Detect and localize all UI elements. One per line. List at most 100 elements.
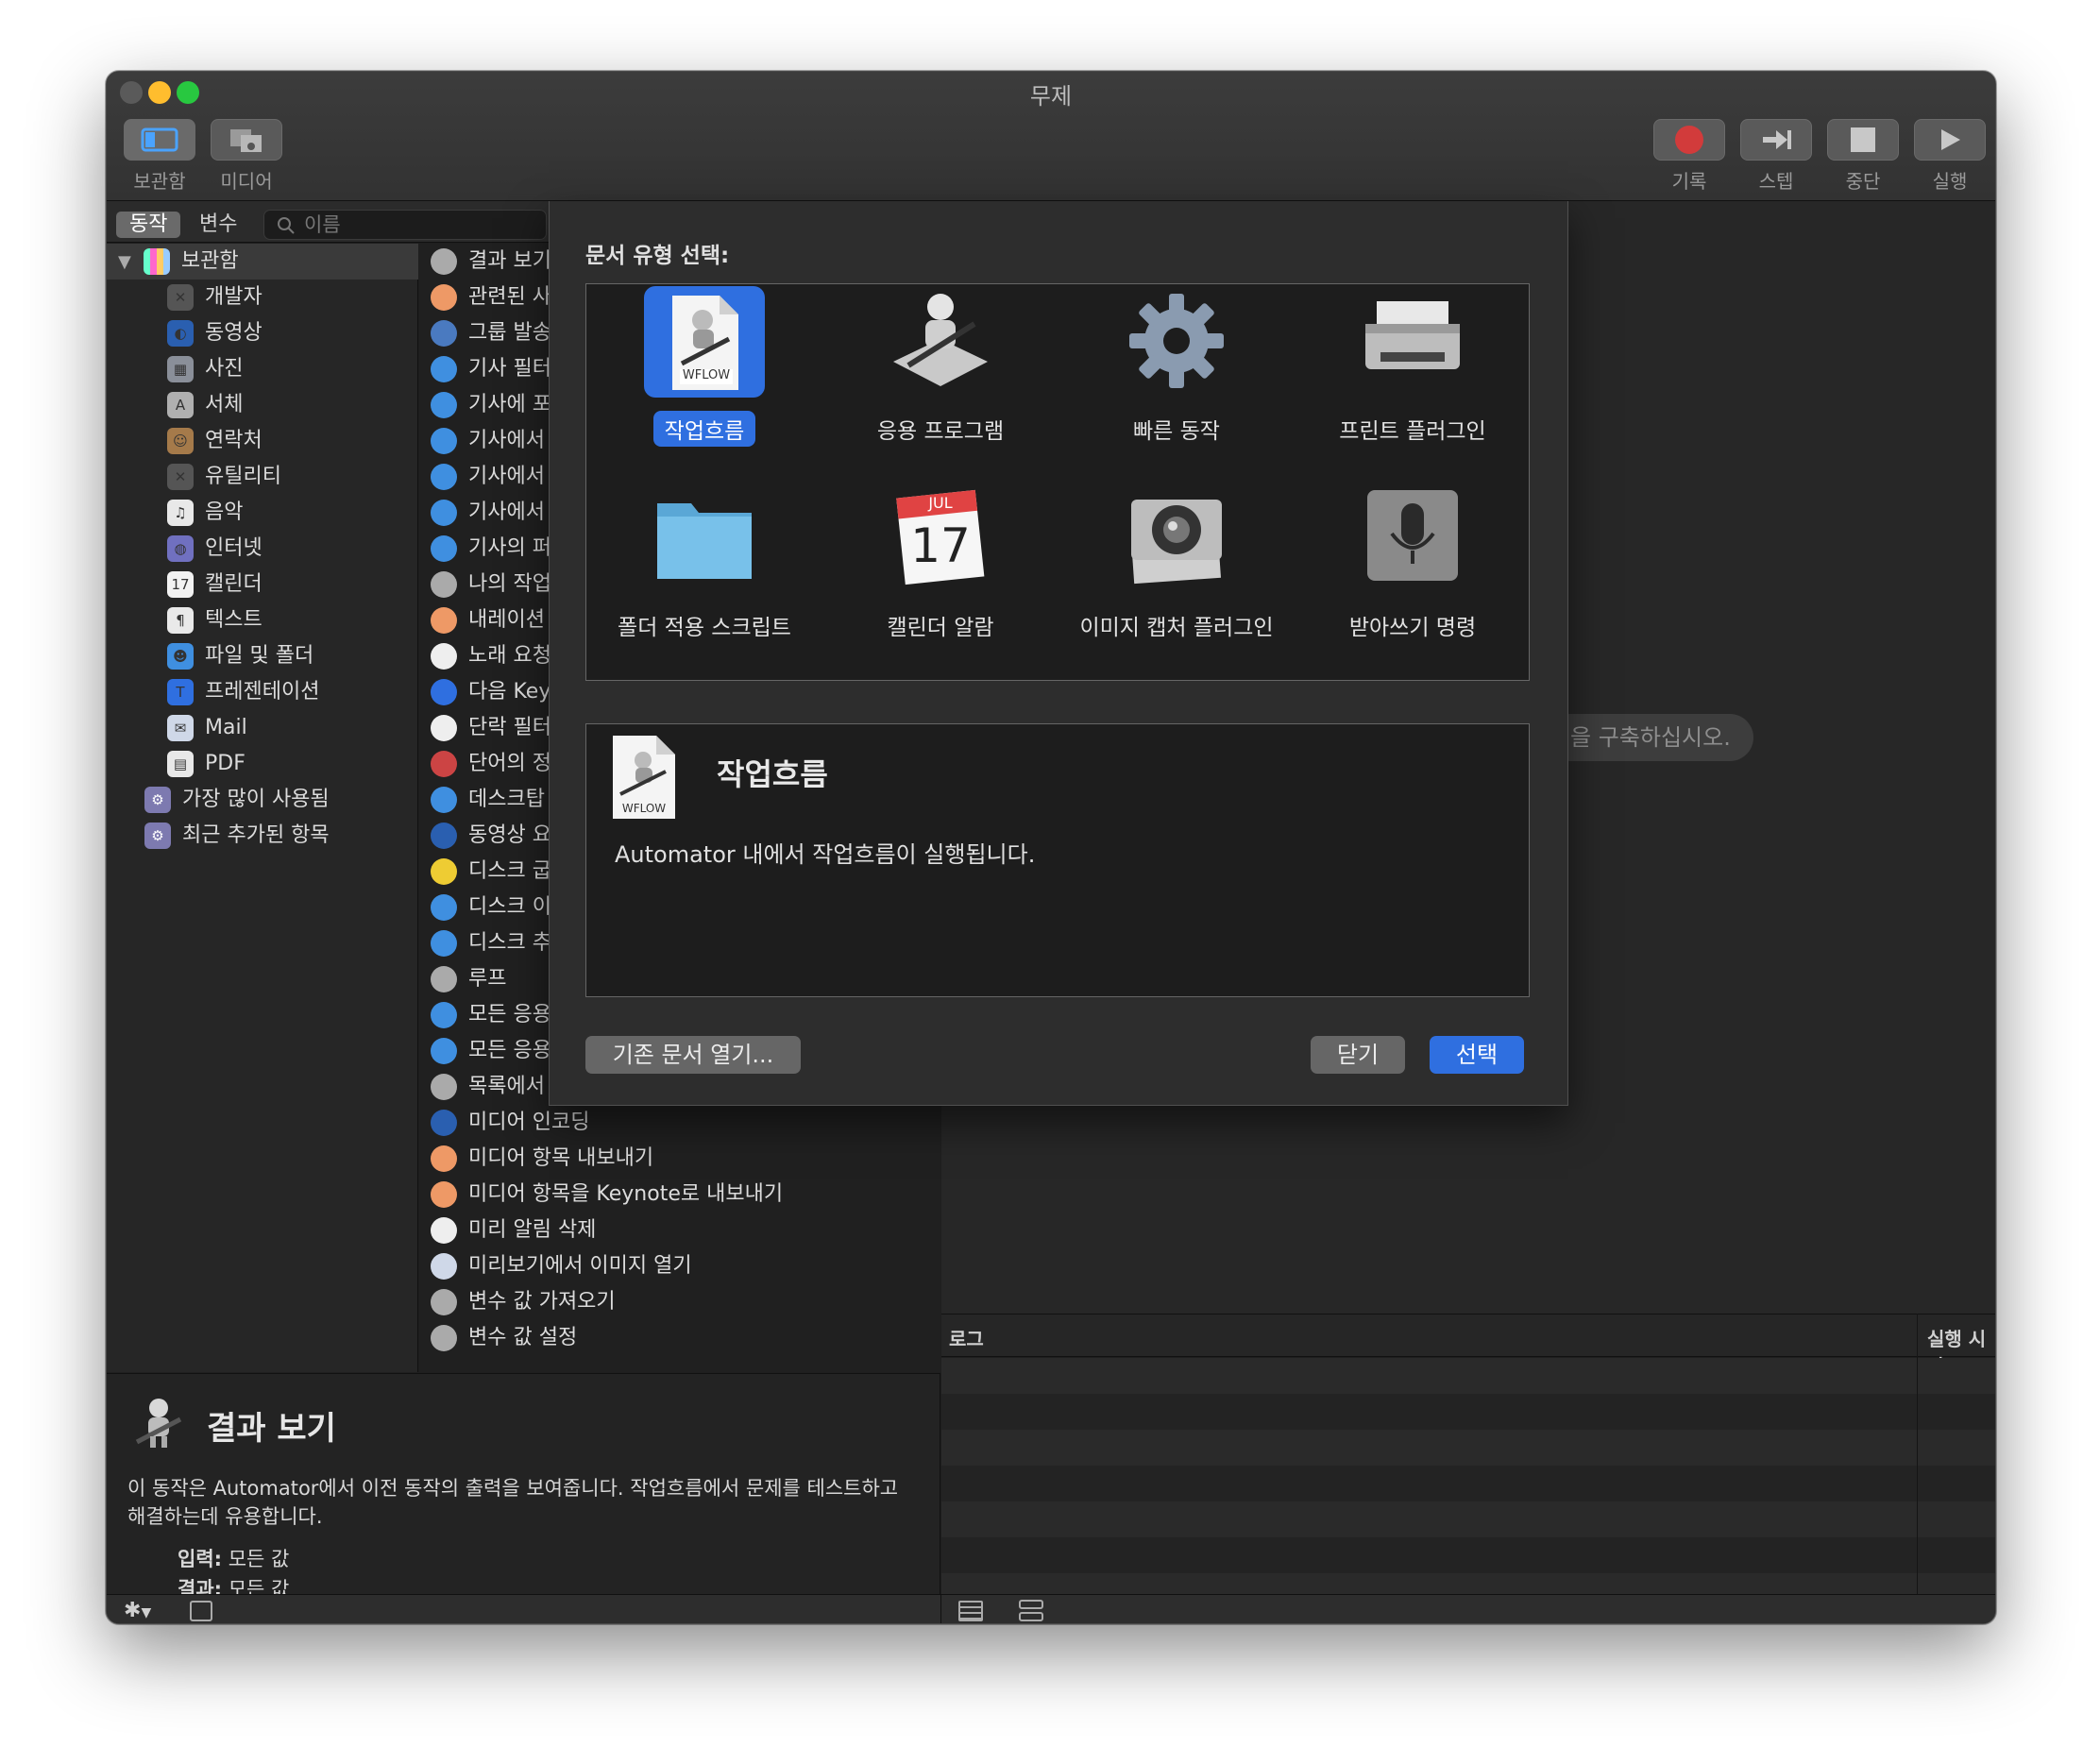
step-toolbar-button[interactable]: 스텝 [1738,119,1814,194]
action-item[interactable]: 디스크 굽 [431,854,551,890]
stop-toolbar-button[interactable]: 중단 [1825,119,1901,194]
action-item[interactable]: 기사에 포 [431,387,551,423]
document-type-sheet: 문서 유형 선택: WFLOW 작업흐름 응용 프로그램 빠른 동작 프린트 플… [549,201,1568,1106]
action-item-label: 다음 Key [468,680,551,704]
action-item[interactable]: 기사의 퍼 [431,531,551,567]
action-item[interactable]: 기사에서 [431,423,545,459]
finder-icon: ☻ [167,643,194,670]
movie-icon: ◐ [167,320,194,347]
action-item[interactable]: 미디어 항목 내보내기 [431,1141,653,1177]
tab-actions[interactable]: 동작 [116,212,181,238]
library-item[interactable]: ◍ 인터넷 [167,531,262,567]
tab-variables[interactable]: 변수 [186,212,250,238]
action-item[interactable]: 단락 필터 [431,710,551,746]
disclosure-triangle-icon[interactable]: ▼ [118,252,131,272]
library-item[interactable]: 17 캘린더 [167,567,262,602]
action-item[interactable]: 단어의 정 [431,746,551,782]
library-item[interactable]: ▦ 사진 [167,351,243,387]
action-item[interactable]: 모든 응용 [431,1033,551,1069]
action-item[interactable]: 기사에서 [431,495,545,531]
action-item[interactable]: 동영상 요 [431,818,551,854]
media-toolbar-button[interactable]: 미디어 [209,119,284,194]
record-toolbar-button[interactable]: 기록 [1651,119,1727,194]
doctype-image-capture-plugin-label: 이미지 캡처 플러그인 [1079,616,1274,640]
library-item[interactable]: T 프레젠테이션 [167,674,319,710]
doctype-calendar-alarm[interactable]: JUL 17 캘린더 알람 [822,483,1058,643]
library-item[interactable]: ✉ Mail [167,710,247,746]
doctype-application[interactable]: 응용 프로그램 [822,286,1058,447]
doctype-calendar-alarm-label: 캘린더 알람 [887,616,994,640]
smart-group-item[interactable]: ⚙ 가장 많이 사용됨 [144,782,330,818]
action-item[interactable]: 미디어 항목을 Keynote로 내보내기 [431,1177,783,1213]
smart-group-label: 최근 추가된 항목 [182,823,330,847]
action-item[interactable]: 미디어 인코딩 [431,1105,589,1141]
list-view-icon[interactable] [958,1601,983,1621]
choose-button[interactable]: 선택 [1430,1036,1524,1074]
action-item[interactable]: 루프 [431,961,506,997]
action-icon [431,1253,457,1280]
library-item[interactable]: ♫ 음악 [167,495,243,531]
action-item[interactable]: 기사에서 [431,459,545,495]
action-item[interactable]: 데스크탑 [431,782,545,818]
action-item[interactable]: 나의 작업 [431,567,551,602]
action-item[interactable]: 디스크 추 [431,925,551,961]
action-item[interactable]: 목록에서 [431,1069,545,1105]
automator-window: 무제 보관함 미디어 기록 스텝 중단 실행 동작 변수 이름 ▼ 보관함 ✕ … [106,71,1996,1624]
action-item[interactable]: 디스크 이 [431,890,551,925]
doctype-workflow[interactable]: WFLOW 작업흐름 [586,286,822,447]
doctype-print-plugin[interactable]: 프린트 플러그인 [1295,286,1531,447]
library-item[interactable]: A 서체 [167,387,243,423]
action-item[interactable]: 그룹 발송 [431,315,551,351]
library-toolbar-button[interactable]: 보관함 [122,119,197,194]
action-item[interactable]: 내레이션 [431,602,545,638]
action-gear-menu[interactable]: ✱▼ [124,1599,151,1622]
action-item[interactable]: 미리보기에서 이미지 열기 [431,1248,692,1284]
open-existing-document-button[interactable]: 기존 문서 열기... [585,1036,801,1074]
close-button[interactable]: 닫기 [1311,1036,1405,1074]
library-item[interactable]: ▤ PDF [167,746,246,782]
doctype-quick-action[interactable]: 빠른 동작 [1058,286,1295,447]
gear-icon [1129,294,1224,388]
action-icon [431,1217,457,1244]
action-icon [431,284,457,311]
action-icon [431,1002,457,1028]
library-item[interactable]: ☺ 연락처 [167,423,262,459]
action-item[interactable]: 노래 요청 [431,638,551,674]
action-item[interactable]: 변수 값 가져오기 [431,1284,616,1320]
run-toolbar-button[interactable]: 실행 [1912,119,1988,194]
action-icon [431,679,457,705]
doctype-folder-action[interactable]: 폴더 적용 스크립트 [586,483,822,643]
library-item-label: 프레젠테이션 [205,680,320,704]
action-item[interactable]: 결과 보기 [431,244,551,280]
log-column-header[interactable]: 로그 [949,1324,984,1351]
action-icon [431,392,457,418]
action-item-label: 그룹 발송 [468,321,551,345]
input-row: 입력: 모든 값 [178,1544,289,1572]
action-item[interactable]: 기사 필터 [431,351,551,387]
info-title: 작업흐름 [717,756,828,792]
library-item-label: 동영상 [205,321,262,345]
action-item[interactable]: 관련된 사 [431,280,551,315]
split-view-icon[interactable] [1019,1600,1043,1622]
library-item[interactable]: ◐ 동영상 [167,315,262,351]
action-item[interactable]: 모든 응용 [431,997,551,1033]
library-item[interactable]: ¶ 텍스트 [167,602,262,638]
action-icon [431,320,457,347]
library-item[interactable]: ✕ 개발자 [167,280,262,315]
pdf-icon: ▤ [167,751,194,777]
doctype-dictation-command[interactable]: 받아쓰기 명령 [1295,483,1531,643]
action-item-label: 나의 작업 [468,572,551,596]
text-icon: ¶ [167,607,194,634]
doctype-image-capture-plugin[interactable]: 이미지 캡처 플러그인 [1058,483,1295,643]
library-item[interactable]: ☻ 파일 및 폴더 [167,638,313,674]
action-item[interactable]: 변수 값 설정 [431,1320,577,1356]
action-item[interactable]: 다음 Key [431,674,550,710]
doctype-dictation-command-label: 받아쓰기 명령 [1348,616,1477,640]
action-icon [431,1110,457,1136]
library-item[interactable]: ✕ 유틸리티 [167,459,281,495]
smart-group-item[interactable]: ⚙ 최근 추가된 항목 [144,818,330,854]
search-input[interactable]: 이름 [263,210,547,240]
action-item[interactable]: 미리 알림 삭제 [431,1213,596,1248]
description-toggle-icon[interactable] [190,1601,212,1621]
library-root[interactable]: ▼ 보관함 [107,244,418,280]
